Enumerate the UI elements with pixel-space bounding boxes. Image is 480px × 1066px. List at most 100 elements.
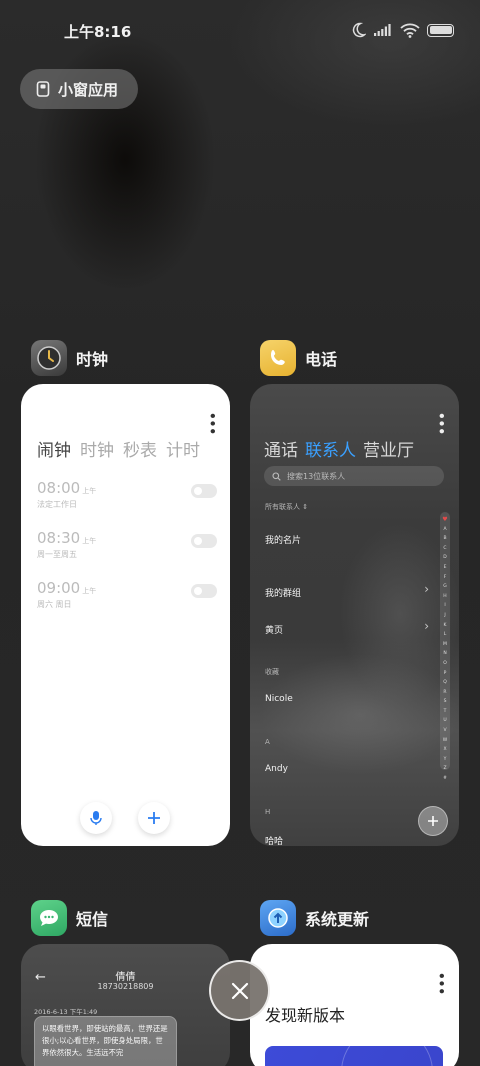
tab-contacts[interactable]: 联系人 xyxy=(305,436,356,461)
index-letter[interactable]: W xyxy=(443,736,447,746)
phone-app-card[interactable]: ••• 通话 联系人 营业厅 搜索13位联系人 所有联系人 ⇕ 我的名片 我的群… xyxy=(250,384,459,846)
alarm-toggle[interactable] xyxy=(191,534,217,548)
update-app-card[interactable]: ••• 发现新版本 xyxy=(250,944,459,1066)
index-letter[interactable]: Z xyxy=(443,764,446,774)
contacts-search-input[interactable]: 搜索13位联系人 xyxy=(264,466,444,486)
index-letter[interactable]: # xyxy=(443,774,447,784)
alphabet-index-bar[interactable]: ♥ A B C D E F G H I J K L M N O P Q R S T U V W X Y Z # xyxy=(440,512,450,781)
contact-row[interactable]: 哈哈 xyxy=(265,834,283,846)
plus-icon xyxy=(428,816,438,826)
heart-icon: ♥ xyxy=(442,516,448,523)
sms-app-name: 短信 xyxy=(76,910,109,929)
phone-more-menu-icon[interactable]: ••• xyxy=(434,412,448,435)
add-contact-button[interactable] xyxy=(418,806,448,836)
clock-tabs: 闹钟 时钟 秒表 计时 xyxy=(37,436,200,461)
index-letter[interactable]: M xyxy=(443,640,447,650)
alarm-ampm: 上午 xyxy=(82,537,97,545)
index-letter[interactable]: V xyxy=(443,726,446,736)
index-letter[interactable]: X xyxy=(443,745,446,755)
index-letter[interactable]: U xyxy=(443,716,446,726)
my-groups-row[interactable]: 我的群组 xyxy=(265,586,301,599)
tab-alarm[interactable]: 闹钟 xyxy=(37,436,71,461)
index-letter[interactable]: S xyxy=(444,697,447,707)
update-app-header[interactable]: 系统更新 xyxy=(260,900,369,936)
contact-row[interactable]: Andy xyxy=(265,764,288,774)
clock-app-card[interactable]: ••• 闹钟 时钟 秒表 计时 08:00 上午 法定工作日 08:30 上午 周一… xyxy=(21,384,230,846)
index-letter[interactable]: R xyxy=(443,688,446,698)
sms-timestamp: 2016-6-13 下午1:49 xyxy=(34,1008,98,1016)
voice-alarm-button[interactable] xyxy=(80,802,112,834)
alarm-item[interactable]: 08:00 上午 法定工作日 xyxy=(37,478,217,522)
status-time: 上午8:16 xyxy=(64,23,132,41)
phone-app-icon xyxy=(260,340,296,376)
phone-tabs: 通话 联系人 营业厅 xyxy=(264,436,414,461)
add-alarm-button[interactable] xyxy=(138,802,170,834)
status-bar: 上午8:16 xyxy=(0,0,480,62)
alarm-ampm: 上午 xyxy=(82,487,97,495)
index-letter[interactable]: F xyxy=(444,573,447,583)
index-letter[interactable]: O xyxy=(443,659,447,669)
favorites-section-label: 收藏 xyxy=(265,668,279,676)
my-card-row[interactable]: 我的名片 xyxy=(265,533,301,546)
index-letter[interactable]: Q xyxy=(443,678,447,688)
index-letter[interactable]: Y xyxy=(444,755,447,765)
tab-world-clock[interactable]: 时钟 xyxy=(80,436,114,461)
clock-app-icon xyxy=(31,340,67,376)
tab-stopwatch[interactable]: 秒表 xyxy=(123,436,157,461)
update-banner xyxy=(265,1046,443,1066)
index-letter[interactable]: A xyxy=(443,525,446,535)
clock-app-header[interactable]: 时钟 xyxy=(31,340,108,376)
index-letter[interactable]: L xyxy=(444,630,447,640)
alarm-toggle[interactable] xyxy=(191,484,217,498)
update-more-menu-icon[interactable]: ••• xyxy=(434,972,448,995)
index-letter[interactable]: H xyxy=(443,592,446,602)
sms-message-bubble: 以眼看世界，即使站的最高，世界还是很小;以心看世界，即使身处局限，世界依然很大。… xyxy=(34,1016,177,1066)
index-letter[interactable]: B xyxy=(443,534,446,544)
chevron-right-icon: › xyxy=(424,582,429,596)
alarm-ampm: 上午 xyxy=(82,587,97,595)
sms-app-header[interactable]: 短信 xyxy=(31,900,108,936)
tab-timer[interactable]: 计时 xyxy=(166,436,200,461)
search-placeholder: 搜索13位联系人 xyxy=(287,471,346,481)
floating-window-icon xyxy=(36,81,50,97)
alarm-repeat: 法定工作日 xyxy=(37,500,77,509)
index-letter[interactable]: I xyxy=(444,601,445,611)
contact-row[interactable]: Nicole xyxy=(265,694,293,704)
phone-app-header[interactable]: 电话 xyxy=(260,340,337,376)
clear-all-button[interactable] xyxy=(209,960,270,1021)
index-letter[interactable]: C xyxy=(443,544,446,554)
index-letter[interactable]: E xyxy=(444,563,447,573)
update-app-icon xyxy=(260,900,296,936)
sms-contact-number: 18730218809 xyxy=(97,982,154,991)
wifi-icon xyxy=(400,23,420,38)
alarm-time: 08:30 xyxy=(37,529,81,547)
clock-more-menu-icon[interactable]: ••• xyxy=(205,412,219,435)
floating-window-button[interactable]: 小窗应用 xyxy=(20,69,138,109)
index-letter[interactable]: D xyxy=(443,553,446,563)
floating-window-label: 小窗应用 xyxy=(58,80,119,99)
sms-contact-name: 倩倩 xyxy=(115,972,136,983)
search-icon xyxy=(272,471,281,481)
signal-icon xyxy=(373,23,393,37)
sms-app-icon xyxy=(31,900,67,936)
alarm-toggle[interactable] xyxy=(191,584,217,598)
sms-app-card[interactable]: ← 倩倩 18730218809 2016-6-13 下午1:49 以眼看世界，… xyxy=(21,944,230,1066)
plus-icon xyxy=(148,812,160,824)
alarm-item[interactable]: 09:00 上午 周六 周日 xyxy=(37,578,217,622)
close-icon xyxy=(231,982,248,999)
all-contacts-filter[interactable]: 所有联系人 ⇕ xyxy=(265,502,308,512)
tab-calls[interactable]: 通话 xyxy=(264,436,298,461)
section-letter: A xyxy=(265,738,270,746)
alarm-repeat: 周一至周五 xyxy=(37,550,77,559)
index-letter[interactable]: P xyxy=(444,669,447,679)
index-letter[interactable]: T xyxy=(444,707,447,717)
index-letter[interactable]: G xyxy=(443,582,447,592)
alarm-item[interactable]: 08:30 上午 周一至周五 xyxy=(37,528,217,572)
alarm-repeat: 周六 周日 xyxy=(37,600,72,609)
index-letter[interactable]: N xyxy=(443,649,446,659)
moon-icon xyxy=(350,22,366,38)
tab-service-hall[interactable]: 营业厅 xyxy=(363,436,414,461)
yellow-pages-row[interactable]: 黄页 xyxy=(265,623,283,636)
index-letter[interactable]: J xyxy=(444,611,445,621)
index-letter[interactable]: K xyxy=(444,621,447,631)
